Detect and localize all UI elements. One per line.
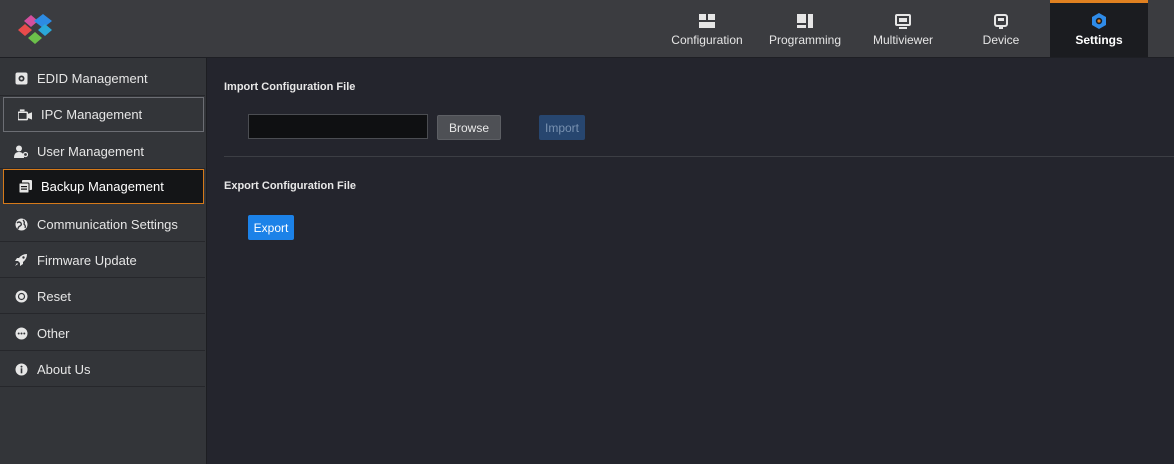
tab-configuration[interactable]: Configuration (658, 0, 756, 57)
tab-programming-label: Programming (768, 33, 842, 47)
device-icon (992, 12, 1010, 30)
export-section-title: Export Configuration File (224, 180, 356, 192)
sidebar-item-label: Reset (37, 288, 71, 304)
export-button[interactable]: Export (248, 215, 294, 240)
sidebar-item-reset[interactable]: Reset (0, 279, 205, 314)
app-window: Configuration Programming Multiviewer De… (0, 0, 1174, 464)
section-divider (224, 156, 1174, 157)
sidebar-item-label: Other (37, 325, 70, 341)
sidebar-item-about-us[interactable]: About Us (0, 352, 205, 387)
backup-icon (18, 180, 32, 194)
sidebar-item-label: About Us (37, 361, 91, 377)
sidebar-item-backup-management[interactable]: Backup Management (3, 169, 204, 204)
sidebar-item-firmware-update[interactable]: Firmware Update (0, 243, 205, 278)
sidebar-item-ipc-management[interactable]: IPC Management (3, 97, 204, 132)
tab-settings-label: Settings (1075, 33, 1123, 47)
settings-gear-icon (1090, 12, 1108, 30)
sidebar-item-user-management[interactable]: User Management (0, 134, 205, 169)
configuration-icon (698, 12, 716, 30)
top-navigation-bar: Configuration Programming Multiviewer De… (0, 0, 1174, 58)
tab-configuration-label: Configuration (671, 33, 743, 47)
other-icon (14, 326, 28, 340)
sidebar-item-label: Communication Settings (37, 216, 178, 232)
sidebar-item-other[interactable]: Other (0, 316, 205, 351)
import-file-path-input[interactable] (248, 114, 428, 139)
programming-icon (796, 12, 814, 30)
sidebar-item-label: Backup Management (41, 179, 164, 194)
sidebar-item-label: IPC Management (41, 107, 143, 122)
sidebar: EDID Management IPC Management User Mana… (0, 58, 207, 464)
tab-multiviewer-label: Multiviewer (872, 33, 933, 47)
main-tabs: Configuration Programming Multiviewer De… (658, 0, 1148, 57)
monitor-icon (894, 12, 912, 30)
tab-programming[interactable]: Programming (756, 0, 854, 57)
tab-multiviewer[interactable]: Multiviewer (854, 0, 952, 57)
sidebar-item-label: Firmware Update (37, 252, 137, 268)
sidebar-item-label: EDID Management (37, 70, 148, 86)
browse-button[interactable]: Browse (437, 115, 501, 140)
rocket-icon (14, 253, 28, 267)
edid-icon (14, 71, 28, 85)
info-icon (14, 362, 28, 376)
logo-icon (14, 12, 62, 48)
tab-device[interactable]: Device (952, 0, 1050, 57)
communication-icon (14, 217, 28, 231)
sidebar-item-edid-management[interactable]: EDID Management (0, 61, 205, 96)
sidebar-item-label: User Management (37, 143, 144, 159)
backup-management-panel: Import Configuration File Browse Import … (207, 58, 1174, 464)
tab-settings[interactable]: Settings (1050, 0, 1148, 57)
reset-icon (14, 289, 28, 303)
sidebar-item-communication-settings[interactable]: Communication Settings (0, 207, 205, 242)
user-icon (14, 144, 28, 158)
ipc-icon (18, 108, 32, 122)
tab-device-label: Device (982, 33, 1020, 47)
import-section-title: Import Configuration File (224, 81, 356, 93)
import-button[interactable]: Import (539, 115, 585, 140)
